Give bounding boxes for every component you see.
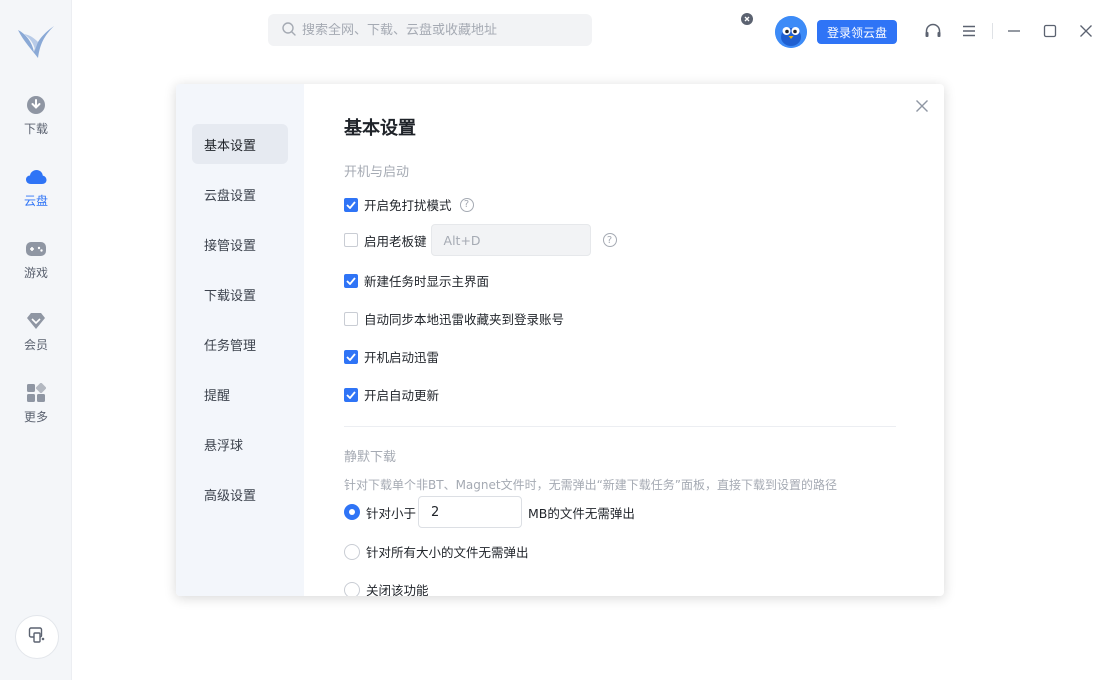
floating-window-button[interactable] <box>15 615 59 659</box>
option-silent-small-files[interactable]: 针对小于 MB的文件无需弹出 <box>344 496 635 528</box>
maximize-icon[interactable] <box>1041 22 1059 40</box>
nav-label: 下载 <box>23 122 48 136</box>
option-show-main-on-new-task[interactable]: 新建任务时显示主界面 <box>344 271 489 290</box>
grid-icon <box>25 382 47 404</box>
cloud-icon <box>25 166 47 188</box>
nav-item-vip[interactable]: 会员 <box>0 310 72 366</box>
nav-rail: 下载 云盘 游戏 会员 更多 <box>0 0 72 680</box>
settings-nav-float-ball[interactable]: 悬浮球 <box>192 424 288 464</box>
diamond-icon <box>25 310 47 332</box>
hotkey-field[interactable]: Alt+D <box>430 224 591 256</box>
option-boss-key[interactable]: 启用老板键 Alt+D ? <box>344 224 617 256</box>
nav-label: 会员 <box>23 338 48 352</box>
settings-nav-tasks[interactable]: 任务管理 <box>192 324 288 364</box>
settings-nav-cloud[interactable]: 云盘设置 <box>192 174 288 214</box>
section-title-silent-download: 静默下载 <box>344 450 397 465</box>
settings-sidebar: 基本设置 云盘设置 接管设置 下载设置 任务管理 提醒 悬浮球 高级设置 <box>176 84 304 596</box>
help-icon[interactable]: ? <box>602 233 617 247</box>
option-label: 启用老板键 <box>364 233 427 249</box>
search-input[interactable] <box>302 22 582 38</box>
gamepad-icon <box>25 238 47 260</box>
checkbox[interactable] <box>344 197 358 212</box>
settings-nav-basic[interactable]: 基本设置 <box>192 124 288 164</box>
window-switch-icon <box>28 626 46 648</box>
help-icon[interactable]: ? <box>459 197 474 212</box>
settings-nav-download[interactable]: 下载设置 <box>192 274 288 314</box>
search-icon <box>282 21 296 40</box>
close-window-icon[interactable] <box>1077 22 1095 40</box>
option-label: 针对所有大小的文件无需弹出 <box>366 545 529 560</box>
close-badge-icon[interactable] <box>741 13 753 25</box>
option-label: 自动同步本地迅雷收藏夹到登录账号 <box>364 312 565 327</box>
option-label: MB的文件无需弹出 <box>528 505 635 521</box>
checkbox[interactable] <box>344 233 358 247</box>
settings-nav-advanced[interactable]: 高级设置 <box>192 474 288 514</box>
option-label: 开机启动迅雷 <box>364 350 440 365</box>
option-label: 开启自动更新 <box>364 388 440 403</box>
nav-label: 云盘 <box>23 194 48 208</box>
headset-icon[interactable] <box>924 22 942 40</box>
option-label: 关闭该功能 <box>366 583 429 596</box>
radio[interactable] <box>344 543 360 560</box>
option-label: 新建任务时显示主界面 <box>364 274 490 289</box>
checkbox[interactable] <box>344 387 358 402</box>
login-button[interactable]: 登录领云盘 <box>817 20 897 44</box>
section-divider <box>344 426 896 427</box>
checkbox[interactable] <box>344 273 358 288</box>
minimize-icon[interactable] <box>1005 22 1023 40</box>
option-sync-favorites[interactable]: 自动同步本地迅雷收藏夹到登录账号 <box>344 309 564 328</box>
thunder-logo-icon[interactable] <box>14 20 58 64</box>
radio[interactable] <box>344 504 360 520</box>
download-icon <box>25 94 47 116</box>
option-launch-on-boot[interactable]: 开机启动迅雷 <box>344 347 439 366</box>
nav-item-download[interactable]: 下载 <box>0 94 72 150</box>
size-threshold-input[interactable] <box>418 496 523 528</box>
settings-title: 基本设置 <box>344 118 416 139</box>
dialog-close-icon[interactable] <box>913 97 931 115</box>
toolbar-divider <box>992 23 993 39</box>
nav-label: 更多 <box>23 410 48 424</box>
nav-label: 游戏 <box>23 266 48 280</box>
option-label: 开启免打扰模式 <box>364 198 452 213</box>
settings-nav-takeover[interactable]: 接管设置 <box>192 224 288 264</box>
nav-item-more[interactable]: 更多 <box>0 382 72 438</box>
section-title-startup: 开机与启动 <box>344 165 410 180</box>
settings-dialog: 基本设置 云盘设置 接管设置 下载设置 任务管理 提醒 悬浮球 高级设置 基本设… <box>176 84 944 596</box>
option-silent-all-files[interactable]: 针对所有大小的文件无需弹出 <box>344 542 529 561</box>
nav-item-cloud[interactable]: 云盘 <box>0 166 72 222</box>
checkbox[interactable] <box>344 311 358 326</box>
option-auto-update[interactable]: 开启自动更新 <box>344 385 439 404</box>
nav-item-games[interactable]: 游戏 <box>0 238 72 294</box>
settings-nav-reminder[interactable]: 提醒 <box>192 374 288 414</box>
option-silent-off[interactable]: 关闭该功能 <box>344 580 429 596</box>
search-box[interactable] <box>268 14 592 46</box>
checkbox[interactable] <box>344 349 358 364</box>
radio[interactable] <box>344 581 360 596</box>
silent-download-description: 针对下载单个非BT、Magnet文件时，无需弹出“新建下载任务”面板，直接下载到… <box>344 478 838 492</box>
option-label: 针对小于 <box>366 505 417 521</box>
avatar[interactable] <box>775 16 807 48</box>
option-do-not-disturb[interactable]: 开启免打扰模式 ? <box>344 195 474 214</box>
menu-icon[interactable] <box>960 22 978 40</box>
